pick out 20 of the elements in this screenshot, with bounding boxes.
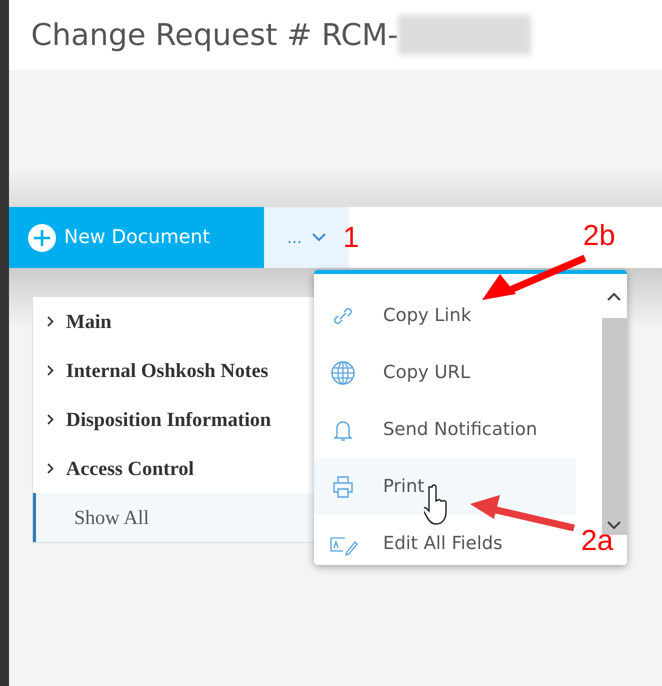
annotation-label: 2b: [583, 222, 616, 251]
chevron-right-icon: [47, 365, 54, 376]
menu-item[interactable]: Copy URL: [314, 344, 576, 401]
menu-item[interactable]: Send Notification: [314, 401, 576, 458]
annotation-label: 2a: [581, 527, 614, 556]
sidebar-item[interactable]: Main: [33, 297, 317, 346]
menu-item[interactable]: Edit All Fields: [314, 515, 576, 565]
menu-item[interactable]: Copy Link: [314, 287, 576, 344]
chevron-down-icon: [312, 233, 326, 242]
plus-icon: [28, 224, 56, 252]
sidebar-item[interactable]: Show All: [33, 493, 317, 542]
chevron-right-icon: [47, 414, 54, 425]
menu-item[interactable]: Print: [314, 458, 576, 515]
scroll-down-icon[interactable]: [607, 521, 621, 530]
chevron-right-icon: [47, 463, 54, 474]
chevron-right-icon: [47, 316, 54, 327]
sidebar-item[interactable]: Internal Oshkosh Notes: [33, 346, 317, 395]
sidebar-item[interactable]: Disposition Information: [33, 395, 317, 444]
page-title: Change Request # RCM-: [31, 16, 398, 54]
sidebar-item[interactable]: Access Control: [33, 444, 317, 493]
